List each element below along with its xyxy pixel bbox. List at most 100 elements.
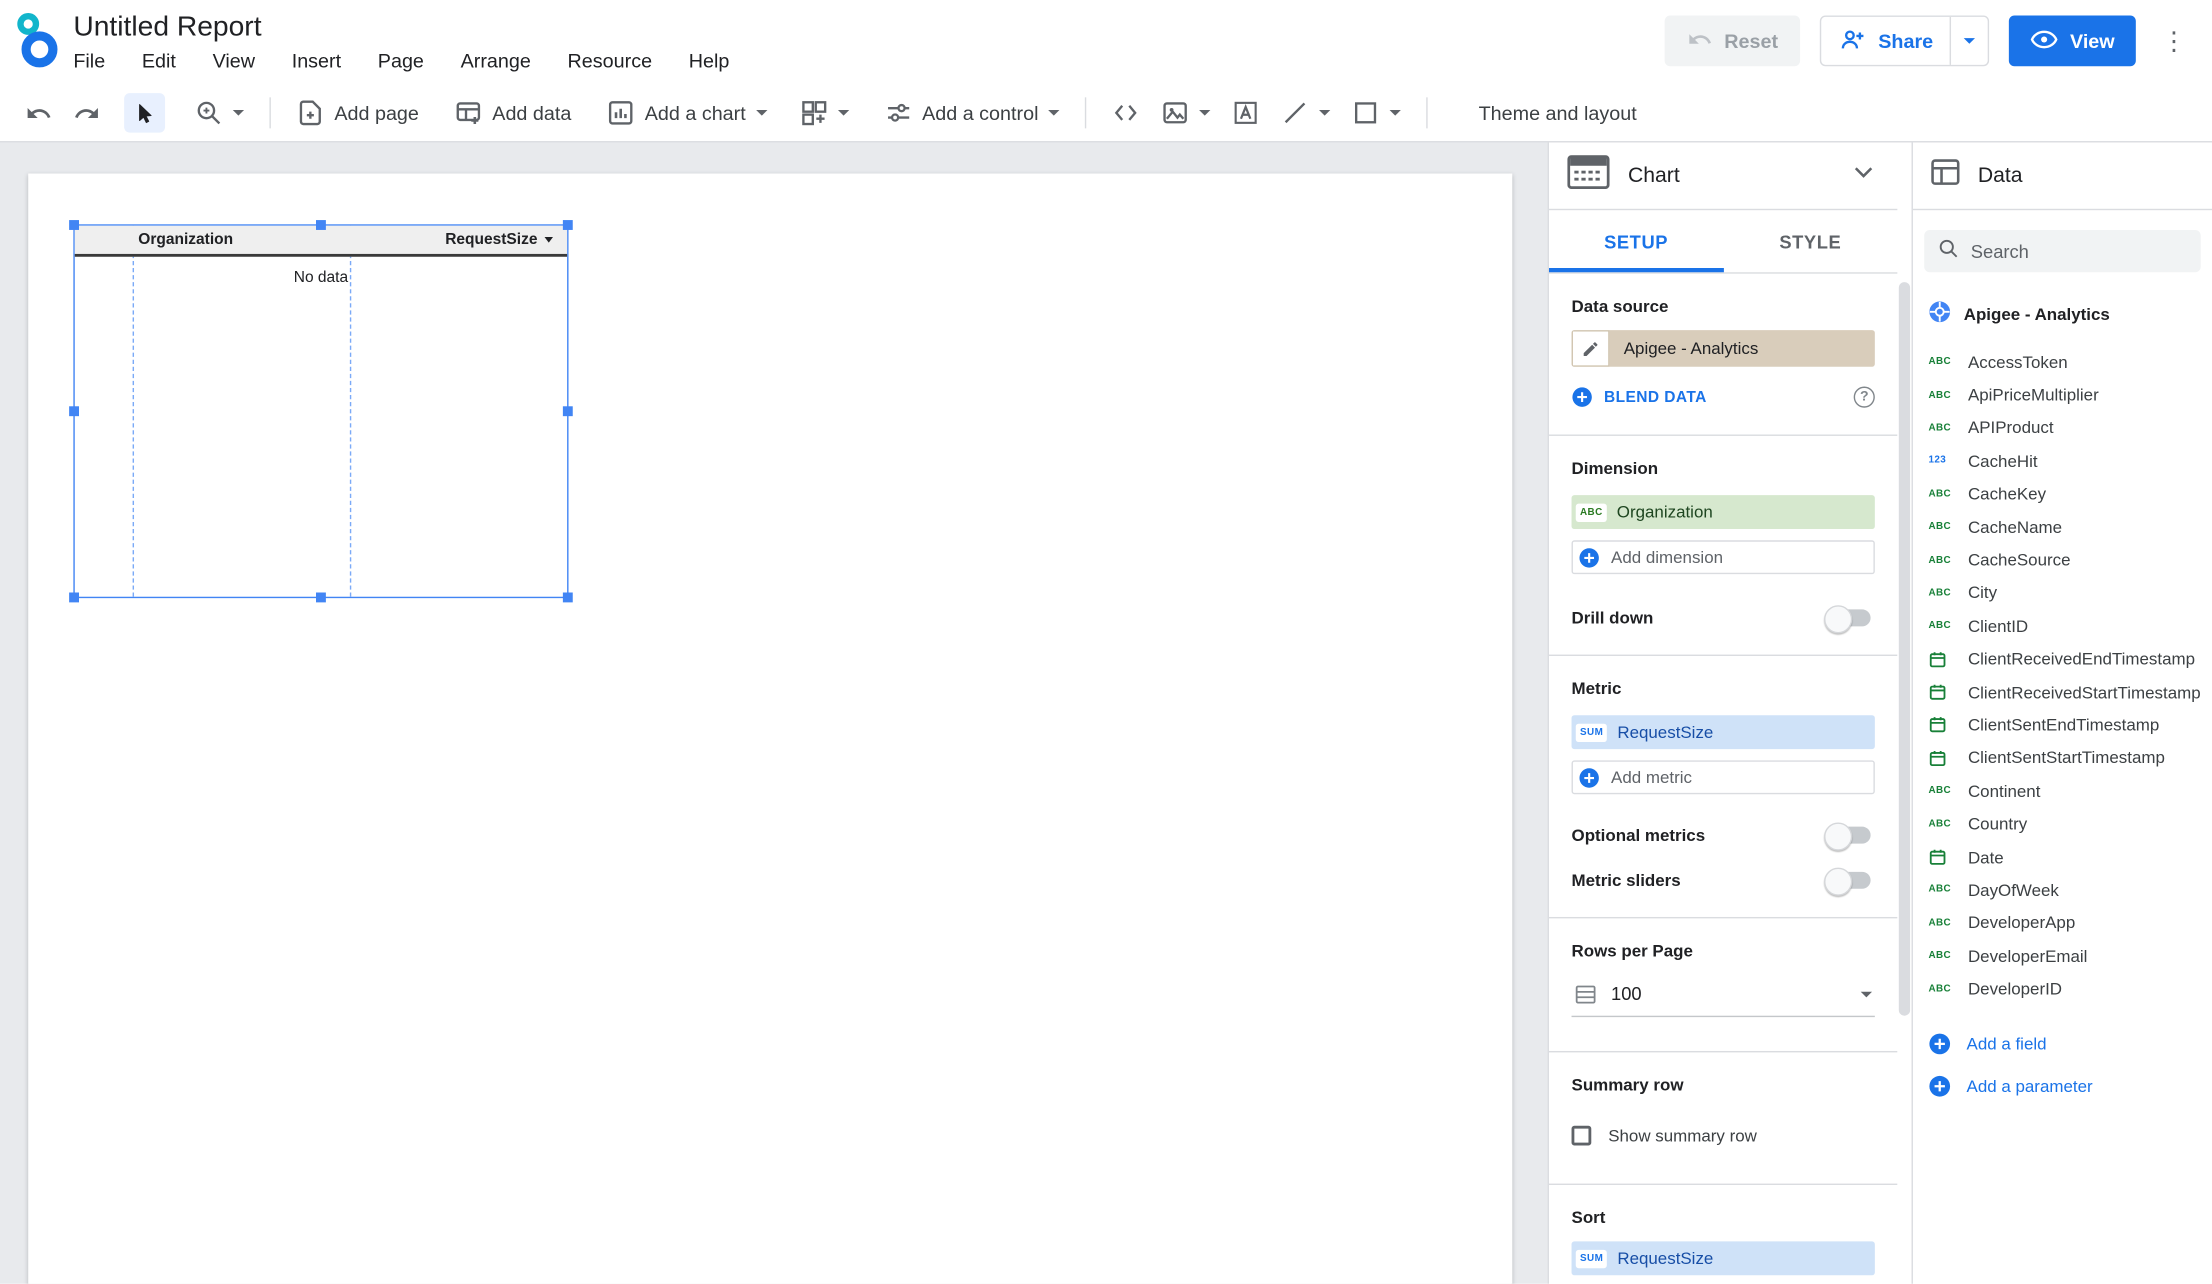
search-input[interactable] [1970,240,2189,262]
shape-tool-button[interactable] [1343,93,1409,132]
data-source-chip[interactable]: Apigee - Analytics [1571,330,1875,367]
field-row[interactable]: ABC DeveloperID [1913,973,2212,1006]
optional-metrics-toggle[interactable] [1824,821,1871,850]
report-page[interactable]: Organization RequestSize No data [28,173,1513,1284]
select-tool-button[interactable] [124,93,166,133]
add-control-button[interactable]: Add a control [876,93,1069,132]
add-metric-button[interactable]: Add metric [1571,760,1875,795]
selection-handle[interactable] [315,592,326,603]
field-row[interactable]: ABC AccessToken [1913,346,2212,379]
field-name: APIProduct [1967,418,2054,438]
field-row[interactable]: ABC CacheKey [1913,478,2212,511]
app-header: Untitled Report File Edit View Insert Pa… [0,0,2212,85]
summary-row-label: Summary row [1571,1074,1684,1095]
community-visualizations-button[interactable] [791,93,857,132]
field-row[interactable]: ABC Country [1913,808,2212,841]
tab-style[interactable]: STYLE [1723,210,1897,272]
redo-button[interactable] [65,93,109,132]
menu-resource[interactable]: Resource [568,49,653,72]
metric-chip[interactable]: SUM RequestSize [1571,715,1875,750]
add-data-button[interactable]: Add data [446,93,580,132]
text-type-icon: ABC [1575,502,1607,522]
menu-file[interactable]: File [73,49,105,72]
field-row[interactable]: ClientReceivedEndTimestamp [1913,643,2212,676]
undo-button[interactable] [17,93,61,132]
zoom-tool-button[interactable] [186,93,252,132]
selection-handle[interactable] [69,592,79,603]
field-row[interactable]: Date [1913,841,2212,874]
add-chart-button[interactable]: Add a chart [598,93,775,132]
text-tool-button[interactable] [1223,93,1268,132]
field-name: ClientSentEndTimestamp [1967,715,2160,735]
field-row[interactable]: ClientReceivedStartTimestamp [1913,676,2212,709]
add-parameter-button[interactable]: Add a parameter [1913,1065,2212,1107]
drill-down-toggle[interactable] [1824,604,1871,633]
line-tool-button[interactable] [1273,93,1339,132]
field-row[interactable]: ABC DeveloperApp [1913,907,2212,940]
selected-table-chart[interactable]: Organization RequestSize No data [69,220,573,603]
selection-handle[interactable] [315,220,326,230]
add-control-icon [887,103,909,122]
blend-data-button[interactable]: BLEND DATA [1604,389,1707,406]
field-row[interactable]: ABC ApiPriceMultiplier [1913,379,2212,412]
image-tool-button[interactable] [1153,93,1219,132]
add-dimension-button[interactable]: Add dimension [1571,540,1875,575]
chart-type-dropdown-button[interactable] [1848,157,1879,195]
table-header-dimension[interactable]: Organization [138,231,233,248]
menu-arrange[interactable]: Arrange [461,49,531,72]
selection-handle[interactable] [562,406,573,417]
text-type-icon: ABC [1928,423,1952,434]
selection-handle[interactable] [562,220,573,230]
plus-circle-icon [1929,1075,1951,1097]
menu-view[interactable]: View [213,49,255,72]
edit-datasource-button[interactable] [1571,330,1610,367]
embed-code-button[interactable] [1103,93,1148,132]
more-options-icon[interactable]: ⋮ [2156,16,2193,67]
text-type-icon: ABC [1928,984,1952,995]
field-name: ClientSentStartTimestamp [1967,748,2165,768]
add-field-button[interactable]: Add a field [1913,1023,2212,1065]
field-row[interactable]: 123 CacheHit [1913,445,2212,478]
report-title[interactable]: Untitled Report [73,8,729,45]
field-row[interactable]: ABC Continent [1913,775,2212,808]
datasource-row[interactable]: Apigee - Analytics [1913,300,2212,328]
tab-setup[interactable]: SETUP [1549,210,1723,272]
field-row[interactable]: ClientSentEndTimestamp [1913,709,2212,742]
field-row[interactable]: ClientSentStartTimestamp [1913,742,2212,775]
scrollbar-thumb[interactable] [1898,282,1911,1016]
report-canvas[interactable]: Organization RequestSize No data [0,142,1548,1284]
field-row[interactable]: ABC ClientID [1913,610,2212,643]
data-panel-title: Data [1977,163,2023,188]
view-button[interactable]: View [2009,15,2136,67]
reset-button[interactable]: Reset [1665,15,1801,67]
add-page-button[interactable]: Add page [288,93,428,132]
rows-per-page-select[interactable]: 100 [1571,975,1875,1018]
menu-help[interactable]: Help [689,49,730,72]
menu-page[interactable]: Page [378,49,424,72]
sort-chip[interactable]: SUM RequestSize [1571,1241,1875,1276]
field-row[interactable]: ABC APIProduct [1913,412,2212,445]
field-row[interactable]: ABC City [1913,577,2212,610]
selection-handle[interactable] [562,592,573,603]
share-dropdown-button[interactable] [1950,16,1988,65]
field-row[interactable]: ABC DayOfWeek [1913,874,2212,907]
help-icon[interactable]: ? [1853,386,1875,408]
datastudio-logo[interactable] [14,11,59,74]
dimension-chip[interactable]: ABC Organization [1571,495,1875,530]
field-row[interactable]: ABC CacheSource [1913,544,2212,577]
selection-handle[interactable] [69,406,79,417]
chart-panel-title: Chart [1627,163,1680,188]
field-row[interactable]: ABC DeveloperEmail [1913,940,2212,973]
sum-aggregation-icon: SUM [1575,722,1608,742]
show-summary-checkbox[interactable] [1571,1125,1592,1146]
metric-sliders-toggle[interactable] [1824,866,1871,896]
field-row[interactable]: ABC CacheName [1913,511,2212,544]
share-button[interactable]: Share [1822,17,1950,65]
field-name: DeveloperEmail [1967,946,2088,966]
menu-insert[interactable]: Insert [292,49,341,72]
menu-edit[interactable]: Edit [142,49,176,72]
theme-layout-button[interactable]: Theme and layout [1470,93,1645,132]
data-source-name: Apigee - Analytics [1623,338,1759,359]
selection-handle[interactable] [69,220,79,230]
table-header-metric[interactable]: RequestSize [445,231,553,248]
